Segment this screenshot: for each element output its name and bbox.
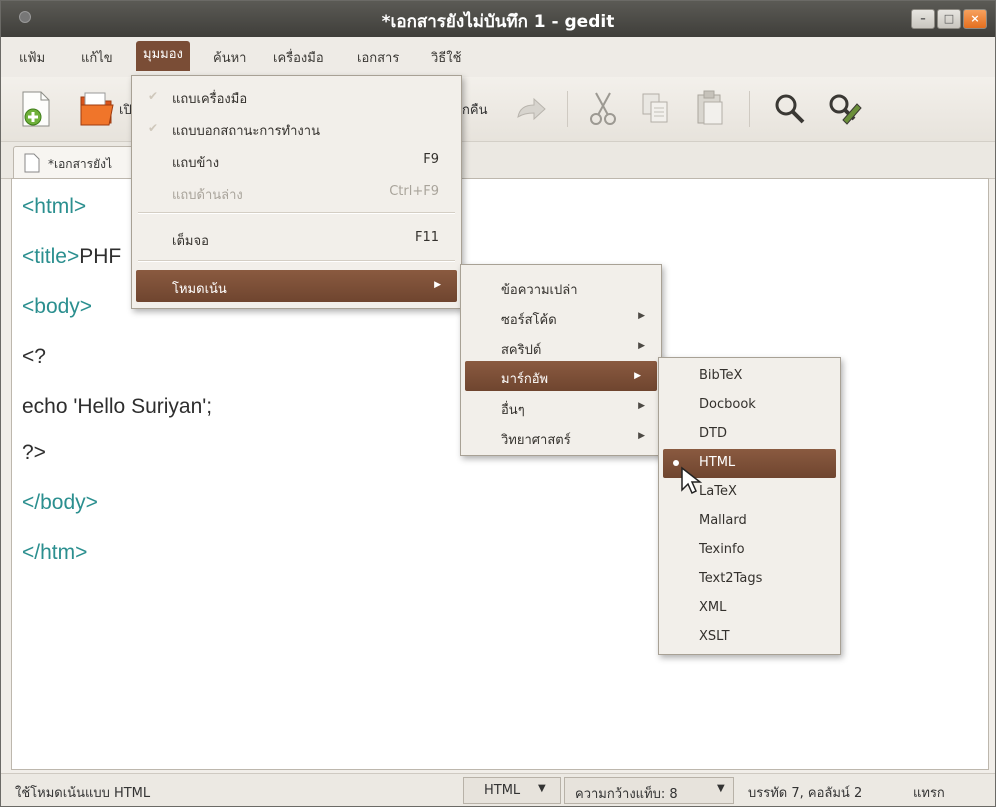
- paste-icon[interactable]: [695, 90, 725, 126]
- open-button-label[interactable]: เปิ: [119, 99, 132, 120]
- highlight-mode-submenu: ข้อความเปล่า ซอร์สโค้ด ▶ สคริปต์ ▶ มาร์ก…: [460, 264, 662, 456]
- close-button[interactable]: ×: [963, 9, 987, 29]
- window-title: *เอกสารยังไม่บันทึก 1 - gedit: [381, 12, 615, 32]
- menu-separator: [138, 260, 455, 262]
- code-line: <?: [22, 345, 46, 368]
- minimize-button[interactable]: –: [911, 9, 935, 29]
- redo-icon[interactable]: [514, 95, 548, 123]
- submenu-arrow-icon: ▶: [634, 371, 641, 381]
- menu-item-xml[interactable]: XML: [659, 594, 840, 623]
- check-icon: ✔: [148, 89, 159, 103]
- menu-item-source-code[interactable]: ซอร์สโค้ด ▶: [461, 301, 661, 335]
- dropdown-arrow-icon: ▼: [717, 783, 725, 794]
- search-replace-icon[interactable]: [827, 92, 863, 126]
- menu-file[interactable]: แฟ้ม: [19, 47, 45, 68]
- dropdown-arrow-icon: ▼: [538, 783, 546, 794]
- menu-item-scripts[interactable]: สคริปต์ ▶: [461, 331, 661, 365]
- menu-separator: [138, 212, 455, 214]
- cursor-position: บรรทัด 7, คอลัมน์ 2: [748, 786, 863, 801]
- undo-button-label[interactable]: กคืน: [462, 99, 487, 120]
- menu-item-xslt[interactable]: XSLT: [659, 623, 840, 652]
- menu-item-others[interactable]: อื่นๆ ▶: [461, 391, 661, 425]
- menu-bar: แฟ้ม แก้ไข มุมมอง ค้นหา เครื่องมือ เอกสา…: [1, 37, 995, 78]
- check-icon: ✔: [148, 121, 159, 135]
- status-message: ใช้โหมดเน้นแบบ HTML: [15, 786, 151, 801]
- code-line: <html>: [22, 195, 87, 218]
- radio-bullet-icon: [673, 460, 679, 466]
- submenu-arrow-icon: ▶: [638, 341, 645, 351]
- menu-item-text2tags[interactable]: Text2Tags: [659, 565, 840, 594]
- menu-search[interactable]: ค้นหา: [213, 47, 246, 68]
- submenu-arrow-icon: ▶: [638, 401, 645, 411]
- search-icon[interactable]: [773, 92, 807, 126]
- title-bar: *เอกสารยังไม่บันทึก 1 - gedit – □ ×: [1, 1, 995, 37]
- code-line: </body>: [22, 491, 98, 514]
- menu-item-side-pane[interactable]: แถบข้าง F9: [132, 144, 461, 178]
- code-line: <title>PHF: [22, 245, 122, 268]
- language-selector[interactable]: HTML ▼: [463, 777, 561, 804]
- menu-item-highlight-mode[interactable]: โหมดเน้น ▶: [136, 270, 457, 302]
- menu-item-docbook[interactable]: Docbook: [659, 391, 840, 420]
- code-line: echo 'Hello Suriyan';: [22, 395, 213, 418]
- menu-item-mallard[interactable]: Mallard: [659, 507, 840, 536]
- menu-item-bottom-pane: แถบด้านล่าง Ctrl+F9: [172, 184, 439, 203]
- view-menu: ✔ แถบเครื่องมือ ✔ แถบบอกสถานะการทำงาน แถ…: [131, 75, 462, 309]
- tab-width-selector[interactable]: ความกว้างแท็บ: 8 ▼: [564, 777, 734, 804]
- toolbar-separator: [749, 91, 750, 127]
- menu-item-bibtex[interactable]: BibTeX: [659, 362, 840, 391]
- status-bar: ใช้โหมดเน้นแบบ HTML HTML ▼ ความกว้างแท็บ…: [1, 773, 995, 806]
- toolbar-separator: [567, 91, 568, 127]
- menu-tools[interactable]: เครื่องมือ: [273, 47, 324, 68]
- code-line: ?>: [22, 441, 46, 464]
- open-folder-icon[interactable]: [79, 91, 117, 127]
- menu-item-toolbar[interactable]: ✔ แถบเครื่องมือ: [132, 80, 461, 114]
- submenu-arrow-icon: ▶: [638, 311, 645, 321]
- document-tab-label: *เอกสารยังไ: [48, 157, 113, 171]
- menu-help[interactable]: วิธีใช้: [431, 47, 461, 68]
- menu-item-plain-text[interactable]: ข้อความเปล่า: [461, 271, 661, 305]
- submenu-arrow-icon: ▶: [434, 280, 441, 290]
- menu-item-dtd[interactable]: DTD: [659, 420, 840, 449]
- menu-item-fullscreen[interactable]: เต็มจอ F11: [132, 222, 461, 256]
- new-document-icon[interactable]: [21, 91, 51, 127]
- menu-documents[interactable]: เอกสาร: [357, 47, 399, 68]
- maximize-button[interactable]: □: [937, 9, 961, 29]
- cut-icon[interactable]: [586, 91, 620, 127]
- menu-item-statusbar[interactable]: ✔ แถบบอกสถานะการทำงาน: [132, 112, 461, 146]
- code-line: </htm>: [22, 541, 88, 564]
- submenu-arrow-icon: ▶: [638, 431, 645, 441]
- menu-item-texinfo[interactable]: Texinfo: [659, 536, 840, 565]
- markup-submenu: BibTeX Docbook DTD HTML LaTeX Mallard Te…: [658, 357, 841, 655]
- menu-view[interactable]: มุมมอง: [136, 41, 190, 71]
- code-line: <body>: [22, 295, 93, 318]
- menu-edit[interactable]: แก้ไข: [81, 47, 113, 68]
- menu-item-scientific[interactable]: วิทยาศาสตร์ ▶: [461, 421, 661, 455]
- document-icon: [24, 153, 40, 173]
- insert-mode: แทรก: [913, 786, 945, 801]
- menu-item-markup[interactable]: มาร์กอัพ ▶: [465, 361, 657, 391]
- mouse-pointer-icon: [681, 466, 702, 495]
- copy-icon[interactable]: [641, 92, 671, 126]
